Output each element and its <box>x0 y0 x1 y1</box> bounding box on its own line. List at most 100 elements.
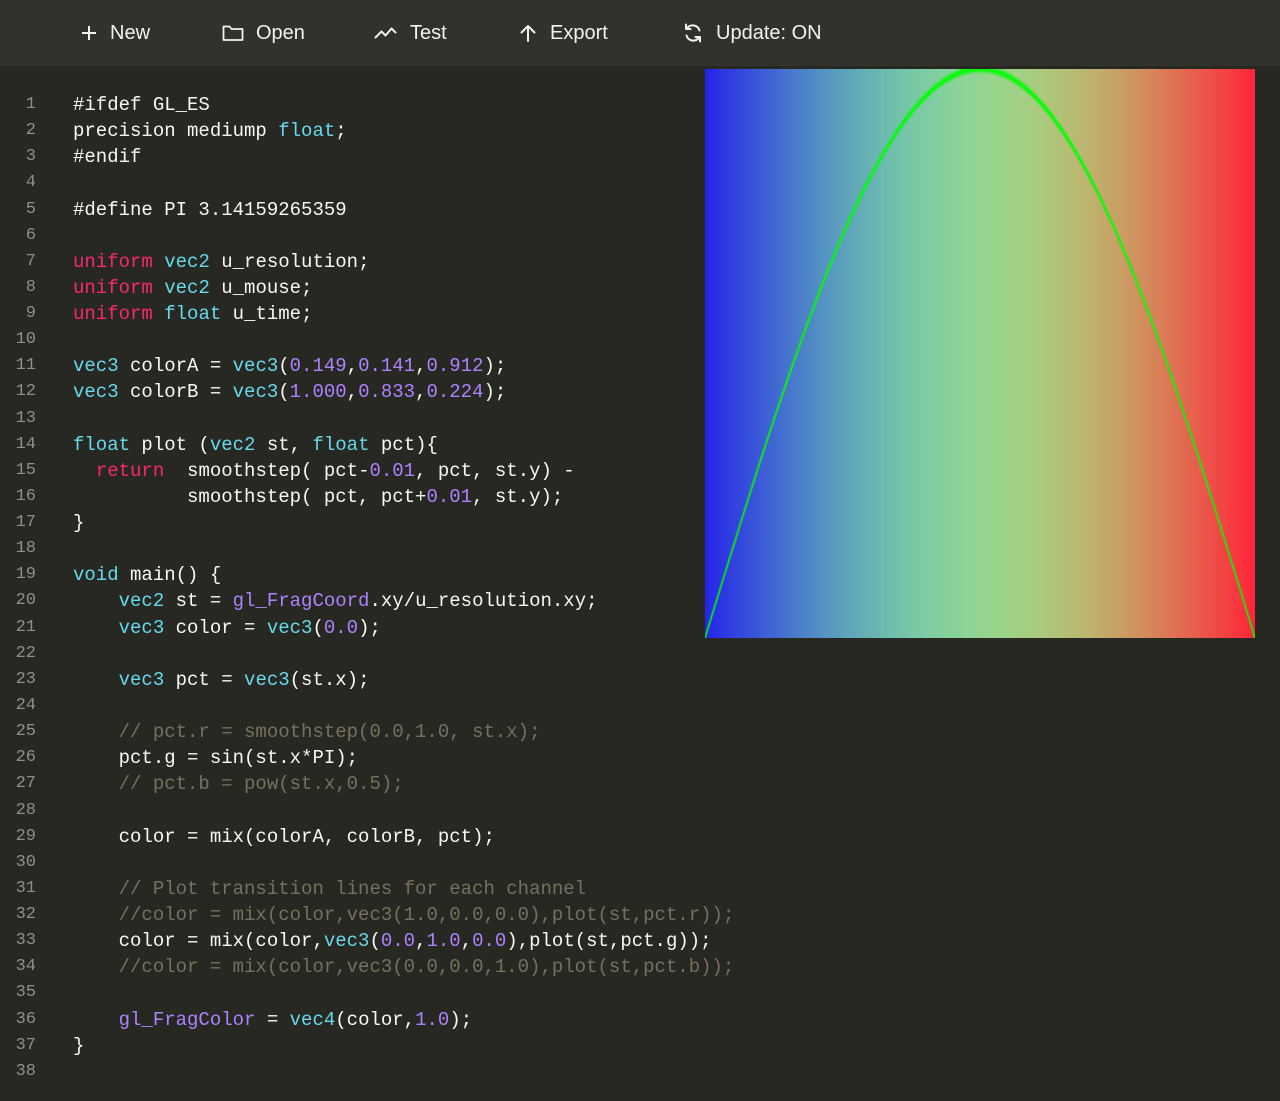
code-token: 0.0 <box>323 616 359 639</box>
code-token: 1.000 <box>289 381 347 404</box>
new-button[interactable]: New <box>80 18 150 48</box>
line-number: 30 <box>15 852 36 872</box>
code-token: //color = mix(color,vec3(1.0,0.0,0.0),pl… <box>118 904 735 927</box>
code-token: 0.833 <box>358 381 416 404</box>
code-token: //color = mix(color,vec3(0.0,0.0,1.0),pl… <box>118 956 735 979</box>
code-token: 0.01 <box>426 485 473 508</box>
line-number: 14 <box>15 434 36 454</box>
code-token: } <box>73 1034 85 1057</box>
folder-icon <box>222 25 244 41</box>
line-number: 10 <box>15 330 36 350</box>
line-number: 8 <box>25 277 36 297</box>
code-token: } <box>73 512 85 535</box>
open-button[interactable]: Open <box>222 18 305 48</box>
code-token: vec2 <box>164 250 210 273</box>
line-number: 31 <box>15 878 36 898</box>
line-source: return smoothstep( pct-0.01, pct, st.y) … <box>73 458 575 484</box>
test-button[interactable]: Test <box>374 18 447 48</box>
code-token: uniform <box>73 276 153 299</box>
line-number: 4 <box>25 173 36 193</box>
code-token: .xy/u_resolution.xy; <box>369 590 598 613</box>
code-token: vec2 <box>118 590 165 613</box>
code-token: , <box>415 355 427 378</box>
update-toggle[interactable]: Update: ON <box>682 18 822 48</box>
code-token: , st.y); <box>472 485 564 508</box>
code-token: vec3 <box>118 616 165 639</box>
line-number: 6 <box>25 225 36 245</box>
code-token: , <box>460 930 473 953</box>
line-source: } <box>73 510 84 536</box>
code-token: color = <box>164 616 267 639</box>
line-source: float plot (vec2 st, float pct){ <box>73 432 438 458</box>
code-token: pct.g = sin(st.x*PI); <box>73 747 359 770</box>
export-label: Export <box>550 21 608 44</box>
code-token: 0.0 <box>380 930 416 953</box>
code-token: uniform <box>73 303 153 326</box>
code-token: , <box>346 381 359 404</box>
code-token: ),plot(st,pct.g)); <box>506 930 712 953</box>
code-token: u_time; <box>221 303 313 326</box>
code-token: vec3 <box>244 668 290 691</box>
code-token: vec3 <box>266 616 313 639</box>
code-token: float <box>278 120 336 143</box>
code-token: pct = <box>164 668 245 691</box>
line-source: } <box>73 1033 84 1059</box>
line-source: vec3 pct = vec3(st.x); <box>73 667 370 693</box>
line-source: uniform float u_time; <box>73 301 312 327</box>
code-token: ( <box>278 355 290 378</box>
line-source: #define PI 3.14159265359 <box>73 197 347 223</box>
line-number: 11 <box>15 356 36 376</box>
line-source: // Plot transition lines for each channe… <box>73 876 586 902</box>
line-source: // pct.b = pow(st.x,0.5); <box>73 771 404 797</box>
line-number: 12 <box>15 382 36 402</box>
line-number: 26 <box>15 748 36 768</box>
code-token: gl_FragColor <box>118 1008 256 1031</box>
code-token: smoothstep( pct- <box>164 459 370 482</box>
update-label: Update: ON <box>716 21 822 44</box>
code-token: plot ( <box>130 433 210 456</box>
code-token: // pct.b = pow(st.x,0.5); <box>118 773 404 796</box>
shader-preview <box>705 69 1255 638</box>
line-number: 34 <box>15 957 36 977</box>
line-number: 9 <box>25 304 36 324</box>
code-token: , <box>415 930 427 953</box>
line-number: 27 <box>15 774 36 794</box>
code-token: 0.912 <box>426 355 484 378</box>
line-source: // pct.r = smoothstep(0.0,1.0, st.x); <box>73 719 541 745</box>
code-token: vec2 <box>209 433 256 456</box>
code-token: main() { <box>118 564 222 587</box>
code-token: float <box>73 433 131 456</box>
code-token: 1.0 <box>415 1008 450 1031</box>
line-number: 19 <box>15 565 36 585</box>
code-token: (color, <box>335 1008 416 1031</box>
line-source: color = mix(colorA, colorB, pct); <box>73 824 495 850</box>
line-source: uniform vec2 u_resolution; <box>73 249 369 275</box>
code-token: u_resolution; <box>209 250 370 273</box>
line-number: 28 <box>15 800 36 820</box>
code-token: vec3 <box>232 381 279 404</box>
code-token: colorB = <box>118 381 233 404</box>
code-token: void <box>73 564 119 587</box>
code-token: float <box>164 303 222 326</box>
code-token: precision mediump <box>73 120 279 143</box>
export-button[interactable]: Export <box>518 18 608 48</box>
chart-line-icon <box>374 27 397 39</box>
shader-canvas <box>705 69 1255 638</box>
code-token: 0.01 <box>369 459 416 482</box>
code-token: 0.141 <box>358 355 416 378</box>
code-token: u_mouse; <box>209 276 313 299</box>
line-source: #ifdef GL_ES <box>73 92 210 118</box>
line-number: 1 <box>25 95 36 114</box>
line-number: 17 <box>15 513 36 533</box>
code-token: st = <box>164 590 233 613</box>
line-source: pct.g = sin(st.x*PI); <box>73 745 358 771</box>
line-number: 15 <box>15 460 36 480</box>
code-token: , <box>415 381 427 404</box>
code-token: (st.x); <box>289 668 370 691</box>
